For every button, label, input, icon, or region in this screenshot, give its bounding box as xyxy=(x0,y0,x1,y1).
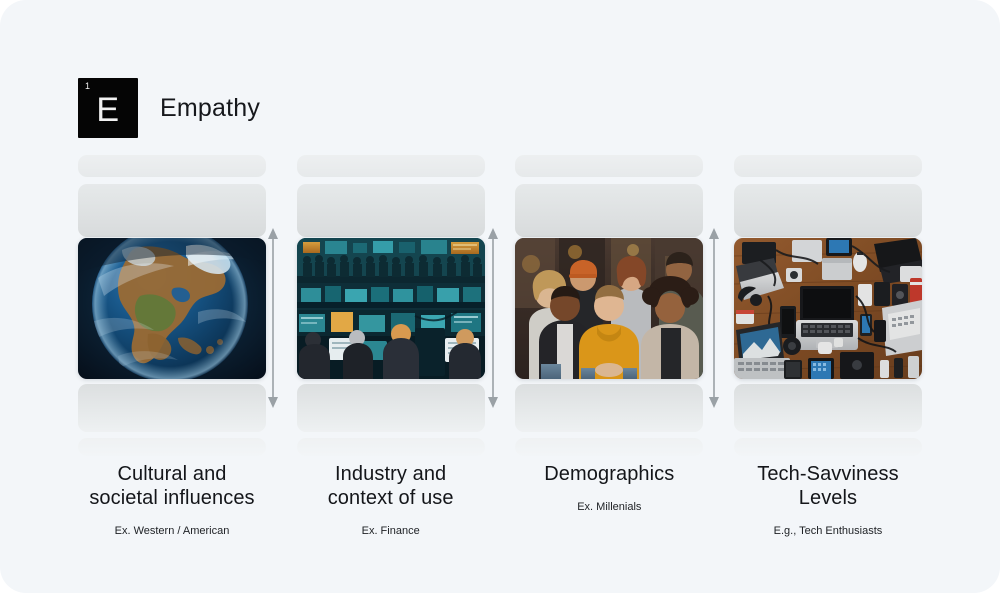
caption-subtitle: Ex. Finance xyxy=(361,525,420,537)
tech-gadgets-flatlay-image[interactable] xyxy=(733,238,922,379)
slide-header: 1 E Empathy xyxy=(78,78,260,138)
double-arrow-vertical-icon xyxy=(486,228,500,408)
placeholder-card xyxy=(733,438,922,456)
diverse-young-people-group-image[interactable] xyxy=(515,238,704,379)
column-tech-savviness-levels[interactable] xyxy=(733,150,922,456)
placeholder-card xyxy=(296,438,485,456)
placeholder-card xyxy=(296,155,485,177)
placeholder-card xyxy=(733,184,922,237)
column-demographics[interactable] xyxy=(515,150,704,456)
slide-canvas: 1 E Empathy Cultural and societal influe… xyxy=(0,0,1000,593)
column-industry-context-of-use[interactable] xyxy=(296,150,485,456)
placeholder-card xyxy=(78,438,266,456)
placeholder-card xyxy=(515,438,704,456)
placeholder-card xyxy=(515,184,704,237)
caption-title: Industry and context of use xyxy=(327,463,454,509)
caption-subtitle: E.g., Tech Enthusiasts xyxy=(773,525,883,537)
double-arrow-vertical-icon xyxy=(266,228,280,408)
placeholder-card xyxy=(78,384,266,432)
caption-subtitle: Ex. Western / American xyxy=(114,525,230,537)
empathy-stage-badge: 1 E xyxy=(78,78,138,138)
placeholder-card xyxy=(296,384,485,432)
placeholder-card xyxy=(515,155,704,177)
caption-cultural-societal-influences: Cultural and societal influences Ex. Wes… xyxy=(72,462,272,552)
placeholder-card xyxy=(78,155,266,177)
caption-title: Tech-Savviness Levels xyxy=(757,463,899,509)
captions-row: Cultural and societal influences Ex. Wes… xyxy=(78,462,922,552)
finance-trading-floor-image[interactable] xyxy=(296,238,485,379)
caption-subtitle: Ex. Millenials xyxy=(577,501,642,513)
columns-row xyxy=(78,150,922,456)
placeholder-card xyxy=(515,384,704,432)
caption-tech-savviness-levels: Tech-Savviness Levels E.g., Tech Enthusi… xyxy=(728,462,928,552)
earth-from-space-north-america-image[interactable] xyxy=(78,238,266,379)
column-cultural-societal-influences[interactable] xyxy=(78,150,266,456)
double-arrow-vertical-icon xyxy=(707,228,721,408)
placeholder-card xyxy=(78,184,266,237)
caption-title: Cultural and societal influences xyxy=(89,463,255,509)
placeholder-card xyxy=(296,184,485,237)
placeholder-card xyxy=(733,384,922,432)
caption-industry-context-of-use: Industry and context of use Ex. Finance xyxy=(291,462,491,552)
page-title: Empathy xyxy=(160,94,261,122)
placeholder-card xyxy=(733,155,922,177)
caption-title: Demographics xyxy=(544,463,675,485)
caption-demographics: Demographics Ex. Millenials xyxy=(509,462,709,552)
badge-letter: E xyxy=(96,91,120,129)
